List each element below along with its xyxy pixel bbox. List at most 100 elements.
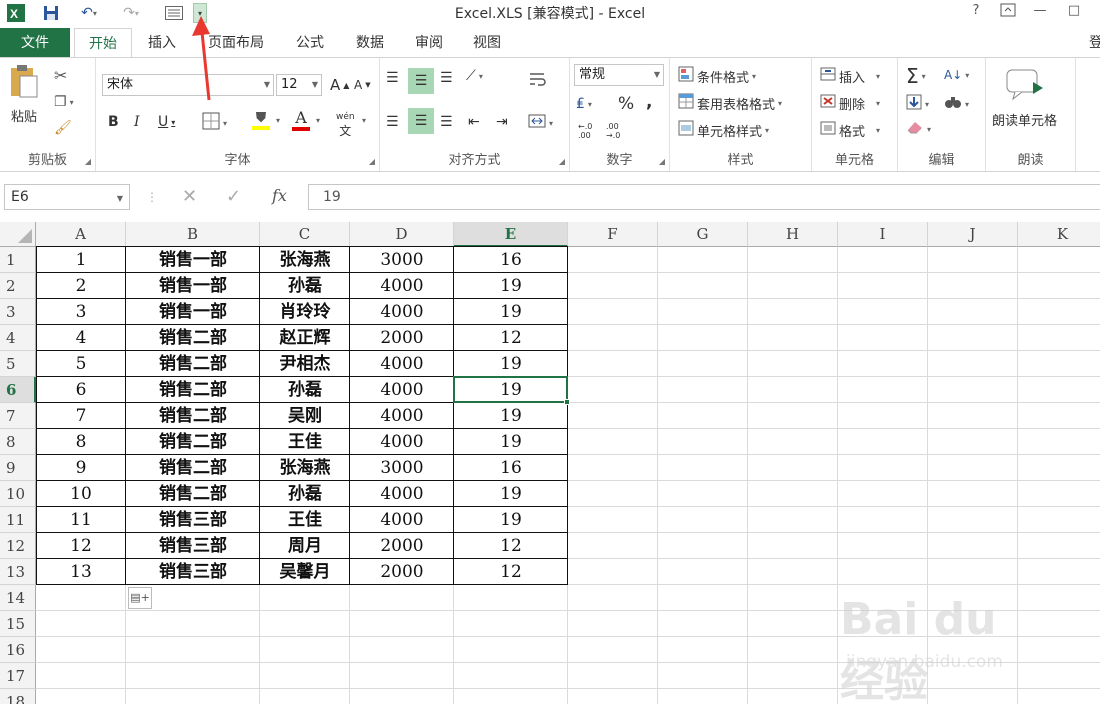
cell-d12[interactable]: 2000: [350, 533, 454, 559]
cell-d4[interactable]: 2000: [350, 325, 454, 351]
cell-c3[interactable]: 肖玲玲: [260, 299, 350, 325]
cell-a9[interactable]: 9: [36, 455, 126, 481]
border-button[interactable]: ▾: [202, 112, 227, 134]
increase-decimal-button[interactable]: ←.0 .00: [578, 122, 602, 140]
cell-c4[interactable]: 赵正辉: [260, 325, 350, 351]
column-header-a[interactable]: A: [36, 222, 126, 247]
cell-e13[interactable]: 12: [454, 559, 568, 585]
number-format-combo[interactable]: 常规 ▼: [574, 64, 664, 86]
phonetic-dropdown[interactable]: ▾: [362, 116, 366, 125]
read-cells-button[interactable]: 朗读单元格: [992, 68, 1057, 129]
cell-c2[interactable]: 孙磊: [260, 273, 350, 299]
cell-a8[interactable]: 8: [36, 429, 126, 455]
fill-color-dropdown[interactable]: ▾: [276, 116, 280, 125]
cell-c7[interactable]: 吴刚: [260, 403, 350, 429]
font-color-dropdown[interactable]: ▾: [316, 116, 320, 125]
insert-function-icon[interactable]: fx: [272, 186, 287, 205]
row-header-14[interactable]: 14: [0, 585, 36, 611]
cell-a13[interactable]: 13: [36, 559, 126, 585]
accounting-format-button[interactable]: ₤ ▾: [576, 96, 592, 112]
cell-b3[interactable]: 销售一部: [126, 299, 260, 325]
paste-button[interactable]: 粘贴: [8, 64, 40, 125]
row-header-13[interactable]: 13: [0, 559, 36, 585]
format-painter-button[interactable]: 🖌: [54, 120, 72, 136]
orientation-button[interactable]: ⟋ ▾: [466, 68, 483, 84]
row-header-5[interactable]: 5: [0, 351, 36, 377]
name-box[interactable]: E6 ▼: [4, 184, 130, 210]
cell-b1[interactable]: 销售一部: [126, 247, 260, 273]
cell-c6[interactable]: 孙磊: [260, 377, 350, 403]
cell-e9[interactable]: 16: [454, 455, 568, 481]
column-header-c[interactable]: C: [260, 222, 350, 247]
cell-d10[interactable]: 4000: [350, 481, 454, 507]
tab-file[interactable]: 文件: [0, 28, 70, 58]
align-left-button[interactable]: ☰: [386, 114, 399, 130]
row-header-15[interactable]: 15: [0, 611, 36, 637]
maximize-button[interactable]: □: [1064, 3, 1084, 23]
cell-a11[interactable]: 11: [36, 507, 126, 533]
row-header-11[interactable]: 11: [0, 507, 36, 533]
cell-d7[interactable]: 4000: [350, 403, 454, 429]
cell-d5[interactable]: 4000: [350, 351, 454, 377]
column-header-d[interactable]: D: [350, 222, 454, 247]
help-icon[interactable]: ?: [966, 3, 986, 23]
row-header-1[interactable]: 1: [0, 247, 36, 273]
format-cells-button[interactable]: 格式 ▾: [820, 120, 880, 140]
insert-cells-button[interactable]: 插入 ▾: [820, 66, 880, 86]
cell-a3[interactable]: 3: [36, 299, 126, 325]
column-header-e[interactable]: E: [454, 222, 568, 247]
row-header-7[interactable]: 7: [0, 403, 36, 429]
cell-a6[interactable]: 6: [36, 377, 126, 403]
cell-a5[interactable]: 5: [36, 351, 126, 377]
cell-e12[interactable]: 12: [454, 533, 568, 559]
cell-b11[interactable]: 销售三部: [126, 507, 260, 533]
cell-b5[interactable]: 销售二部: [126, 351, 260, 377]
cell-b9[interactable]: 销售二部: [126, 455, 260, 481]
tab-view[interactable]: 视图: [462, 28, 512, 58]
cell-d2[interactable]: 4000: [350, 273, 454, 299]
top-align-button[interactable]: ☰: [386, 70, 399, 86]
cell-d13[interactable]: 2000: [350, 559, 454, 585]
merge-center-button[interactable]: ▾: [528, 112, 553, 134]
tab-home[interactable]: 开始: [74, 28, 132, 58]
comma-button[interactable]: ,: [646, 92, 652, 112]
cell-b12[interactable]: 销售三部: [126, 533, 260, 559]
column-header-h[interactable]: H: [748, 222, 838, 247]
cell-c10[interactable]: 孙磊: [260, 481, 350, 507]
cell-d8[interactable]: 4000: [350, 429, 454, 455]
cell-a7[interactable]: 7: [36, 403, 126, 429]
paste-options-icon[interactable]: ▤+: [128, 587, 152, 609]
column-header-b[interactable]: B: [126, 222, 260, 247]
cell-d11[interactable]: 4000: [350, 507, 454, 533]
underline-button[interactable]: U ▾: [158, 114, 175, 130]
row-header-6[interactable]: 6: [0, 377, 36, 403]
row-header-9[interactable]: 9: [0, 455, 36, 481]
cell-b13[interactable]: 销售三部: [126, 559, 260, 585]
autosum-button[interactable]: Σ ▾: [906, 64, 926, 88]
cell-e11[interactable]: 19: [454, 507, 568, 533]
cell-d1[interactable]: 3000: [350, 247, 454, 273]
cell-c13[interactable]: 吴馨月: [260, 559, 350, 585]
cell-b8[interactable]: 销售二部: [126, 429, 260, 455]
middle-align-button[interactable]: ☰: [408, 68, 434, 94]
cell-b7[interactable]: 销售二部: [126, 403, 260, 429]
cell-a1[interactable]: 1: [36, 247, 126, 273]
align-center-button[interactable]: ☰: [408, 108, 434, 134]
cell-a4[interactable]: 4: [36, 325, 126, 351]
sort-filter-button[interactable]: A↓ ▾: [944, 68, 969, 82]
format-as-table-button[interactable]: 套用表格格式 ▾: [678, 93, 782, 113]
cell-styles-button[interactable]: 单元格样式 ▾: [678, 120, 769, 140]
column-header-j[interactable]: J: [928, 222, 1018, 247]
sign-in-link[interactable]: 登: [1086, 28, 1100, 58]
ribbon-display-options-icon[interactable]: [998, 3, 1018, 23]
tab-insert[interactable]: 插入: [137, 28, 187, 58]
clipboard-launcher-icon[interactable]: ◢: [85, 157, 91, 166]
italic-button[interactable]: I: [134, 114, 140, 130]
cell-c8[interactable]: 王佳: [260, 429, 350, 455]
tab-formulas[interactable]: 公式: [285, 28, 335, 58]
cancel-icon[interactable]: ✕: [182, 186, 197, 207]
clear-button[interactable]: ▾: [906, 120, 931, 138]
cell-e2[interactable]: 19: [454, 273, 568, 299]
tab-data[interactable]: 数据: [345, 28, 395, 58]
cell-c9[interactable]: 张海燕: [260, 455, 350, 481]
